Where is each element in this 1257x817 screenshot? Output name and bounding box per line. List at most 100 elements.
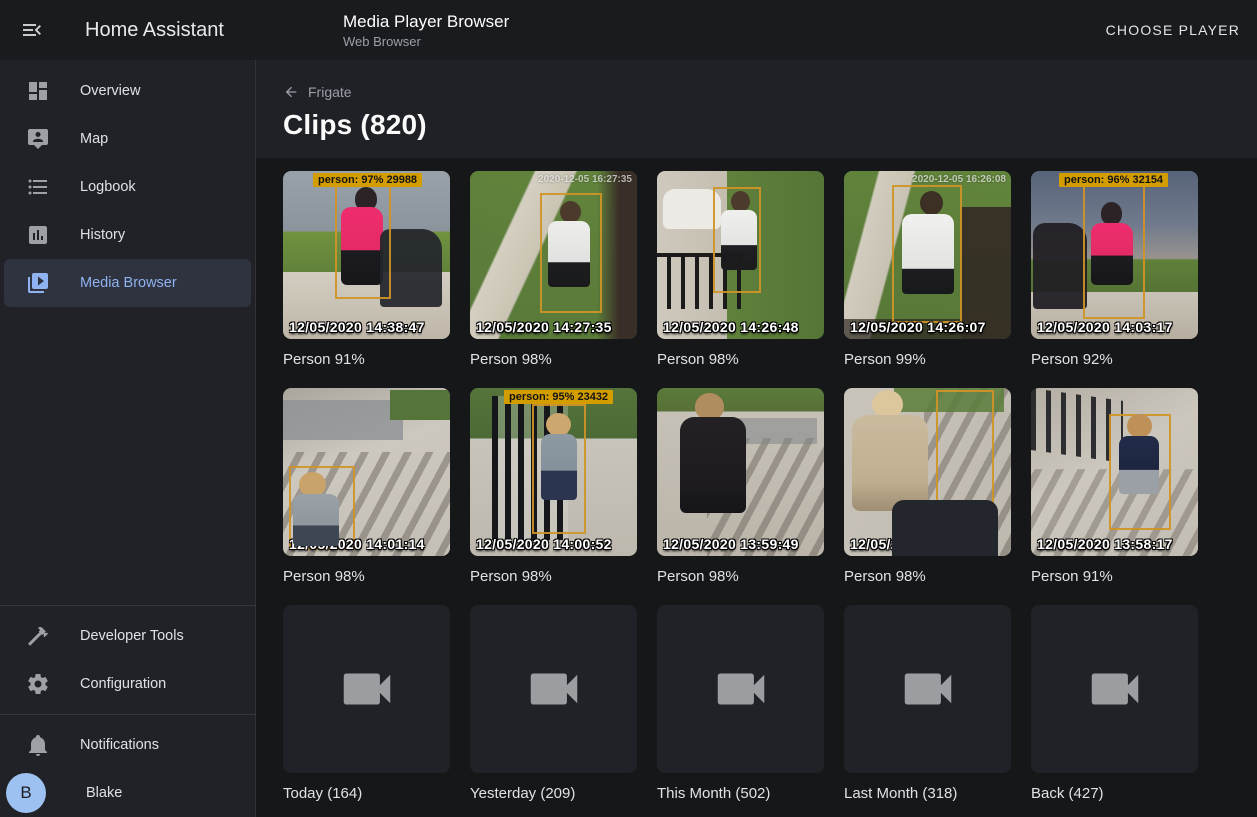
dashboard-icon [26,79,50,103]
clip-caption: Person 98% [470,568,637,585]
scene-prop [597,171,637,339]
sidebar-item-map[interactable]: Map [4,115,251,163]
breadcrumb-back[interactable]: Frigate [283,84,352,100]
clip-caption: Person 91% [283,351,450,368]
sidebar-item-label: Notifications [80,737,159,753]
sidebar-item-label: Overview [80,83,140,99]
media-folder-card[interactable]: This Month (502) [657,605,824,802]
sidebar-item-configuration[interactable]: Configuration [4,660,251,708]
sidebar-divider [0,605,255,606]
breadcrumb-label: Frigate [308,84,352,100]
folder-caption: This Month (502) [657,785,824,802]
logbook-list-icon [26,175,50,199]
detection-bounding-box [892,185,962,323]
clip-thumbnail: 12/05/2020 14:01:14 [283,388,450,556]
folder-thumbnail [283,605,450,773]
video-camera-icon [897,658,959,720]
clip-card[interactable]: person: 95% 23432 12/05/2020 14:00:52 Pe… [470,388,637,585]
sidebar-item-label: Developer Tools [80,628,184,644]
clip-caption: Person 98% [657,568,824,585]
clip-card[interactable]: 2020-12-05 16:27:35 12/05/2020 14:27:35 … [470,171,637,368]
clip-card[interactable]: 2020-12-05 16:26:08 12/05/2020 14:26:07 … [844,171,1011,368]
sidebar-item-media-browser[interactable]: Media Browser [4,259,251,307]
sidebar-item-overview[interactable]: Overview [4,67,251,115]
clip-card[interactable]: 12/05/2020 13:58:17 Person 91% [1031,388,1198,585]
clip-timestamp: 12/05/2020 14:03:17 [1037,319,1173,335]
detection-label: person: 97% 29988 [313,173,422,187]
clip-card[interactable]: person: 96% 32154 12/05/2020 14:03:17 Pe… [1031,171,1198,368]
clip-timestamp: 12/05/2020 14:26:48 [663,319,799,335]
clip-thumbnail: 12/05/2020 14:26:48 [657,171,824,339]
detection-bounding-box [335,181,391,299]
page-title: Clips (820) [283,109,1257,141]
arrow-left-icon [283,84,299,100]
clip-thumbnail: 2020-12-05 16:27:35 12/05/2020 14:27:35 [470,171,637,339]
choose-player-button[interactable]: CHOOSE PLAYER [1098,14,1248,46]
video-camera-icon [1084,658,1146,720]
sidebar-item-label: Logbook [80,179,136,195]
clip-timestamp: 12/05/2020 14:00:52 [476,536,612,552]
bell-icon [26,733,50,757]
clip-timestamp: 12/05/2020 14:26:07 [850,319,986,335]
sidebar-item-profile[interactable]: B Blake [4,769,251,817]
sidebar-item-logbook[interactable]: Logbook [4,163,251,211]
clip-card[interactable]: person: 97% 29988 12/05/2020 14:38:47 Pe… [283,171,450,368]
clip-card[interactable]: 12/05/2020 14:01:14 Person 98% [283,388,450,585]
clip-card[interactable]: 12/05/2020 14:26:48 Person 98% [657,171,824,368]
video-camera-icon [336,658,398,720]
folder-thumbnail [1031,605,1198,773]
history-chart-icon [26,223,50,247]
sidebar-item-label: Map [80,131,108,147]
clip-timestamp: 12/05/2020 14:27:35 [476,319,612,335]
clip-thumbnail: person: 95% 23432 12/05/2020 14:00:52 [470,388,637,556]
panel-title: Media Player Browser [343,11,509,33]
sidebar-item-notifications[interactable]: Notifications [4,721,251,769]
folder-thumbnail [470,605,637,773]
media-grid: person: 97% 29988 12/05/2020 14:38:47 Pe… [256,158,1257,802]
sidebar: Overview Map Logbook History Media Brows… [0,60,256,817]
clip-card[interactable]: 12/05/2020 13:59:49 Person 98% [657,388,824,585]
map-account-icon [26,127,50,151]
media-folder-card[interactable]: Yesterday (209) [470,605,637,802]
user-avatar: B [6,773,46,813]
clip-timestamp: 12/05/2020 13:58:17 [1037,536,1173,552]
clip-caption: Person 91% [1031,568,1198,585]
detection-bounding-box [540,193,602,313]
folder-thumbnail [844,605,1011,773]
user-name: Blake [86,785,122,801]
sidebar-divider [0,714,255,715]
clip-thumbnail: person: 97% 29988 12/05/2020 14:38:47 [283,171,450,339]
clip-card[interactable]: 12/05/2020 13:58:30 Person 98% [844,388,1011,585]
sidebar-item-label: Configuration [80,676,166,692]
panel-subtitle: Web Browser [343,33,509,50]
camera-osd-timestamp: 2020-12-05 16:26:08 [912,174,1006,185]
clip-thumbnail: 12/05/2020 13:58:17 [1031,388,1198,556]
media-folder-card[interactable]: Back (427) [1031,605,1198,802]
detection-bounding-box [713,187,761,293]
clip-caption: Person 92% [1031,351,1198,368]
clip-timestamp: 12/05/2020 13:59:49 [663,536,799,552]
app-header: Home Assistant Media Player Browser Web … [0,0,1257,60]
camera-osd-timestamp: 2020-12-05 16:27:35 [538,174,632,185]
folder-caption: Yesterday (209) [470,785,637,802]
sidebar-item-developer-tools[interactable]: Developer Tools [4,612,251,660]
clip-timestamp: 12/05/2020 14:38:47 [289,319,425,335]
folder-caption: Back (427) [1031,785,1198,802]
menu-toggle-button[interactable] [20,18,44,42]
clip-thumbnail: 12/05/2020 13:59:49 [657,388,824,556]
clip-thumbnail: person: 96% 32154 12/05/2020 14:03:17 [1031,171,1198,339]
toolbar: Media Player Browser Web Browser CHOOSE … [256,11,1257,50]
app-title: Home Assistant [85,19,224,42]
scene-prop [1033,223,1087,309]
media-browser-panel: Frigate Clips (820) person: 97% 29988 12… [256,60,1257,817]
detection-bounding-box [1083,185,1145,319]
clip-caption: Person 98% [657,351,824,368]
media-folder-card[interactable]: Today (164) [283,605,450,802]
sidebar-item-history[interactable]: History [4,211,251,259]
media-folder-card[interactable]: Last Month (318) [844,605,1011,802]
sidebar-item-label: Media Browser [80,275,177,291]
clip-thumbnail: 12/05/2020 13:58:30 [844,388,1011,556]
sidebar-header: Home Assistant [0,18,256,42]
gear-icon [26,672,50,696]
detection-label: person: 96% 32154 [1059,173,1168,187]
